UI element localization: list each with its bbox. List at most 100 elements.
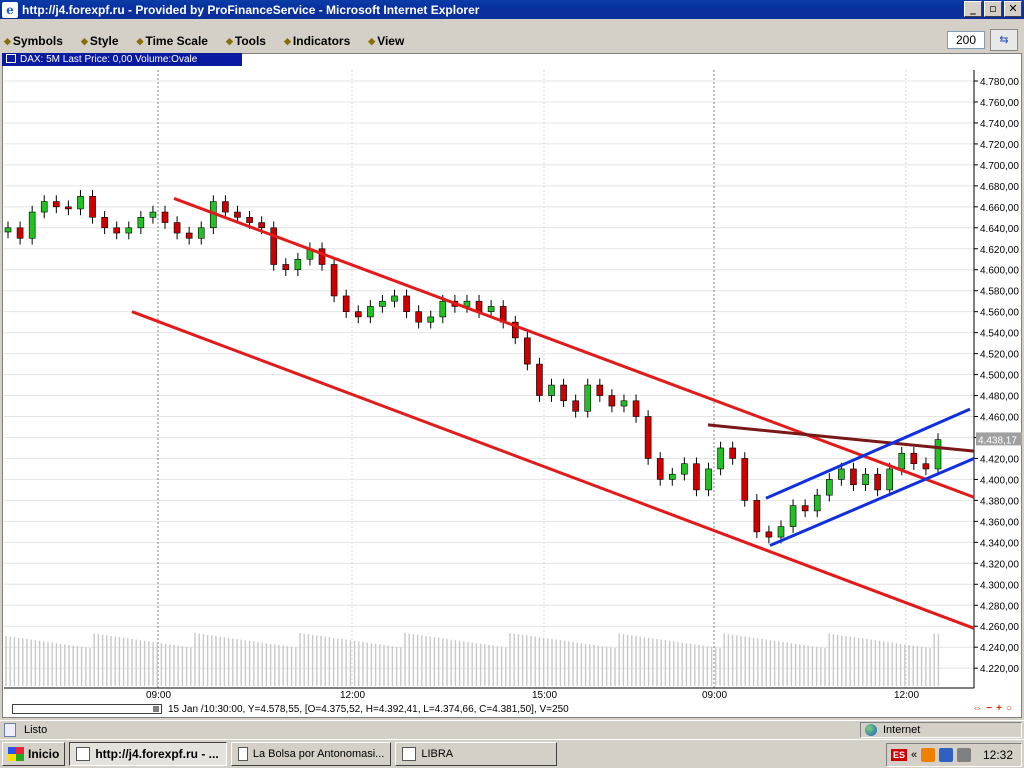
candle-up xyxy=(137,217,145,229)
y-tick-label: 4.540,00 xyxy=(980,329,1019,340)
candle-down xyxy=(801,505,809,512)
zoom-out-icon[interactable]: ⇔ xyxy=(972,703,982,714)
candle-up xyxy=(427,316,435,323)
y-tick-label: 4.260,00 xyxy=(980,622,1019,633)
scroll-thumb[interactable] xyxy=(153,706,159,712)
document-icon xyxy=(402,747,417,761)
uptrend-lower-line xyxy=(769,457,975,547)
candle-down xyxy=(53,201,60,208)
candle-down xyxy=(113,227,121,234)
candle-up xyxy=(620,400,628,407)
candle-up xyxy=(886,468,893,491)
task-libra[interactable]: LIBRA xyxy=(395,742,558,766)
candle-up xyxy=(789,505,797,527)
y-tick-label: 4.280,00 xyxy=(980,601,1019,612)
y-tick-label: 4.580,00 xyxy=(980,287,1019,298)
candle-down xyxy=(572,400,579,412)
candle-down xyxy=(608,395,616,407)
clock: 12:32 xyxy=(982,748,1013,762)
candle-down xyxy=(922,463,930,470)
ohlc-info: 15 Jan /10:30:00, Y=4.578,55, [O=4.375,5… xyxy=(168,703,569,715)
y-tick-label: 4.640,00 xyxy=(980,224,1019,235)
candle-down xyxy=(656,458,664,480)
y-tick-label: 4.300,00 xyxy=(980,580,1019,591)
y-tick-label: 4.660,00 xyxy=(980,203,1019,214)
media-icon[interactable] xyxy=(921,748,936,762)
candle-down xyxy=(234,211,241,218)
candle-up xyxy=(705,468,712,491)
candle-down xyxy=(185,232,193,239)
candle-down xyxy=(693,463,700,491)
candle-up xyxy=(379,300,386,307)
ie-icon xyxy=(238,747,248,761)
candle-down xyxy=(161,211,169,223)
network-icon[interactable] xyxy=(939,748,954,762)
candle-down xyxy=(330,264,338,297)
candle-up xyxy=(681,463,688,475)
plus-icon[interactable]: + xyxy=(996,703,1002,714)
candle-up xyxy=(294,258,302,271)
page-icon xyxy=(4,723,16,737)
candle-up xyxy=(777,526,785,538)
candle-down xyxy=(222,201,229,213)
price-chart[interactable]: 4.780,00 4.760,00 4.740,00 4.720,00 4.700,00… xyxy=(0,0,1024,700)
minus-icon[interactable]: − xyxy=(986,703,992,714)
candle-up xyxy=(898,452,906,470)
candle-down xyxy=(729,447,736,459)
y-tick-label: 4.380,00 xyxy=(980,496,1019,507)
chart-scrollbar[interactable] xyxy=(12,704,162,714)
candle-down xyxy=(874,473,881,491)
system-tray: ES « 12:32 xyxy=(886,743,1022,767)
y-tick-label: 4.420,00 xyxy=(980,454,1019,465)
volume-icon[interactable] xyxy=(957,748,972,762)
window-icon xyxy=(6,54,16,63)
candle-down xyxy=(342,295,350,312)
y-tick-label: 4.620,00 xyxy=(980,245,1019,256)
ie-icon xyxy=(76,747,91,761)
candle-up xyxy=(838,468,845,480)
y-tick-label: 4.760,00 xyxy=(980,98,1019,109)
candle-down xyxy=(644,416,652,459)
tray-expand-icon[interactable]: « xyxy=(911,749,917,761)
candle-up xyxy=(813,494,821,512)
candle-down xyxy=(560,384,567,402)
candle-down xyxy=(318,248,326,265)
start-button[interactable]: Inicio xyxy=(2,742,66,766)
y-tick-label: 4.220,00 xyxy=(980,664,1019,675)
security-zone: Internet xyxy=(860,722,1022,738)
y-tick-label: 4.600,00 xyxy=(980,266,1019,277)
y-tick-label: 4.360,00 xyxy=(980,517,1019,528)
task-ie-window[interactable]: http://j4.forexpf.ru - ... xyxy=(69,742,228,766)
candle-up xyxy=(77,196,84,210)
candle-down xyxy=(753,500,761,533)
candle-up xyxy=(125,227,133,234)
y-tick-label: 4.480,00 xyxy=(980,392,1019,403)
candle-up xyxy=(668,473,676,480)
language-indicator[interactable]: ES xyxy=(891,749,908,761)
chart-header: DAX: 5M Last Price: 0,00 Volume:Ovale xyxy=(2,53,242,66)
candle-up xyxy=(197,227,205,239)
browser-status-bar: Listo Internet xyxy=(0,720,1024,739)
candle-down xyxy=(415,311,422,323)
y-tick-label: 4.740,00 xyxy=(980,119,1019,130)
taskbar: Inicio http://j4.forexpf.ru - ... La Bol… xyxy=(0,739,1024,768)
x-tick-label: 12:00 xyxy=(894,690,919,700)
candle-up xyxy=(28,211,36,239)
candle-down xyxy=(596,384,604,396)
task-la-bolsa[interactable]: La Bolsa por Antonomasi... xyxy=(231,742,392,766)
candle-down xyxy=(403,295,410,312)
candle-down xyxy=(741,458,749,501)
candle-up xyxy=(391,295,398,302)
y-tick-label: 4.460,00 xyxy=(980,413,1019,424)
reset-icon[interactable]: ○ xyxy=(1006,703,1012,714)
x-tick-label: 09:00 xyxy=(146,690,171,700)
y-tick-label: 4.400,00 xyxy=(980,475,1019,486)
y-tick-label: 4.320,00 xyxy=(980,559,1019,570)
candle-down xyxy=(246,217,253,223)
y-tick-label: 4.500,00 xyxy=(980,371,1019,382)
candle-up xyxy=(825,479,833,496)
windows-logo-icon xyxy=(8,747,24,761)
globe-icon xyxy=(865,724,877,736)
candle-up xyxy=(40,201,48,213)
candle-up xyxy=(934,439,942,470)
